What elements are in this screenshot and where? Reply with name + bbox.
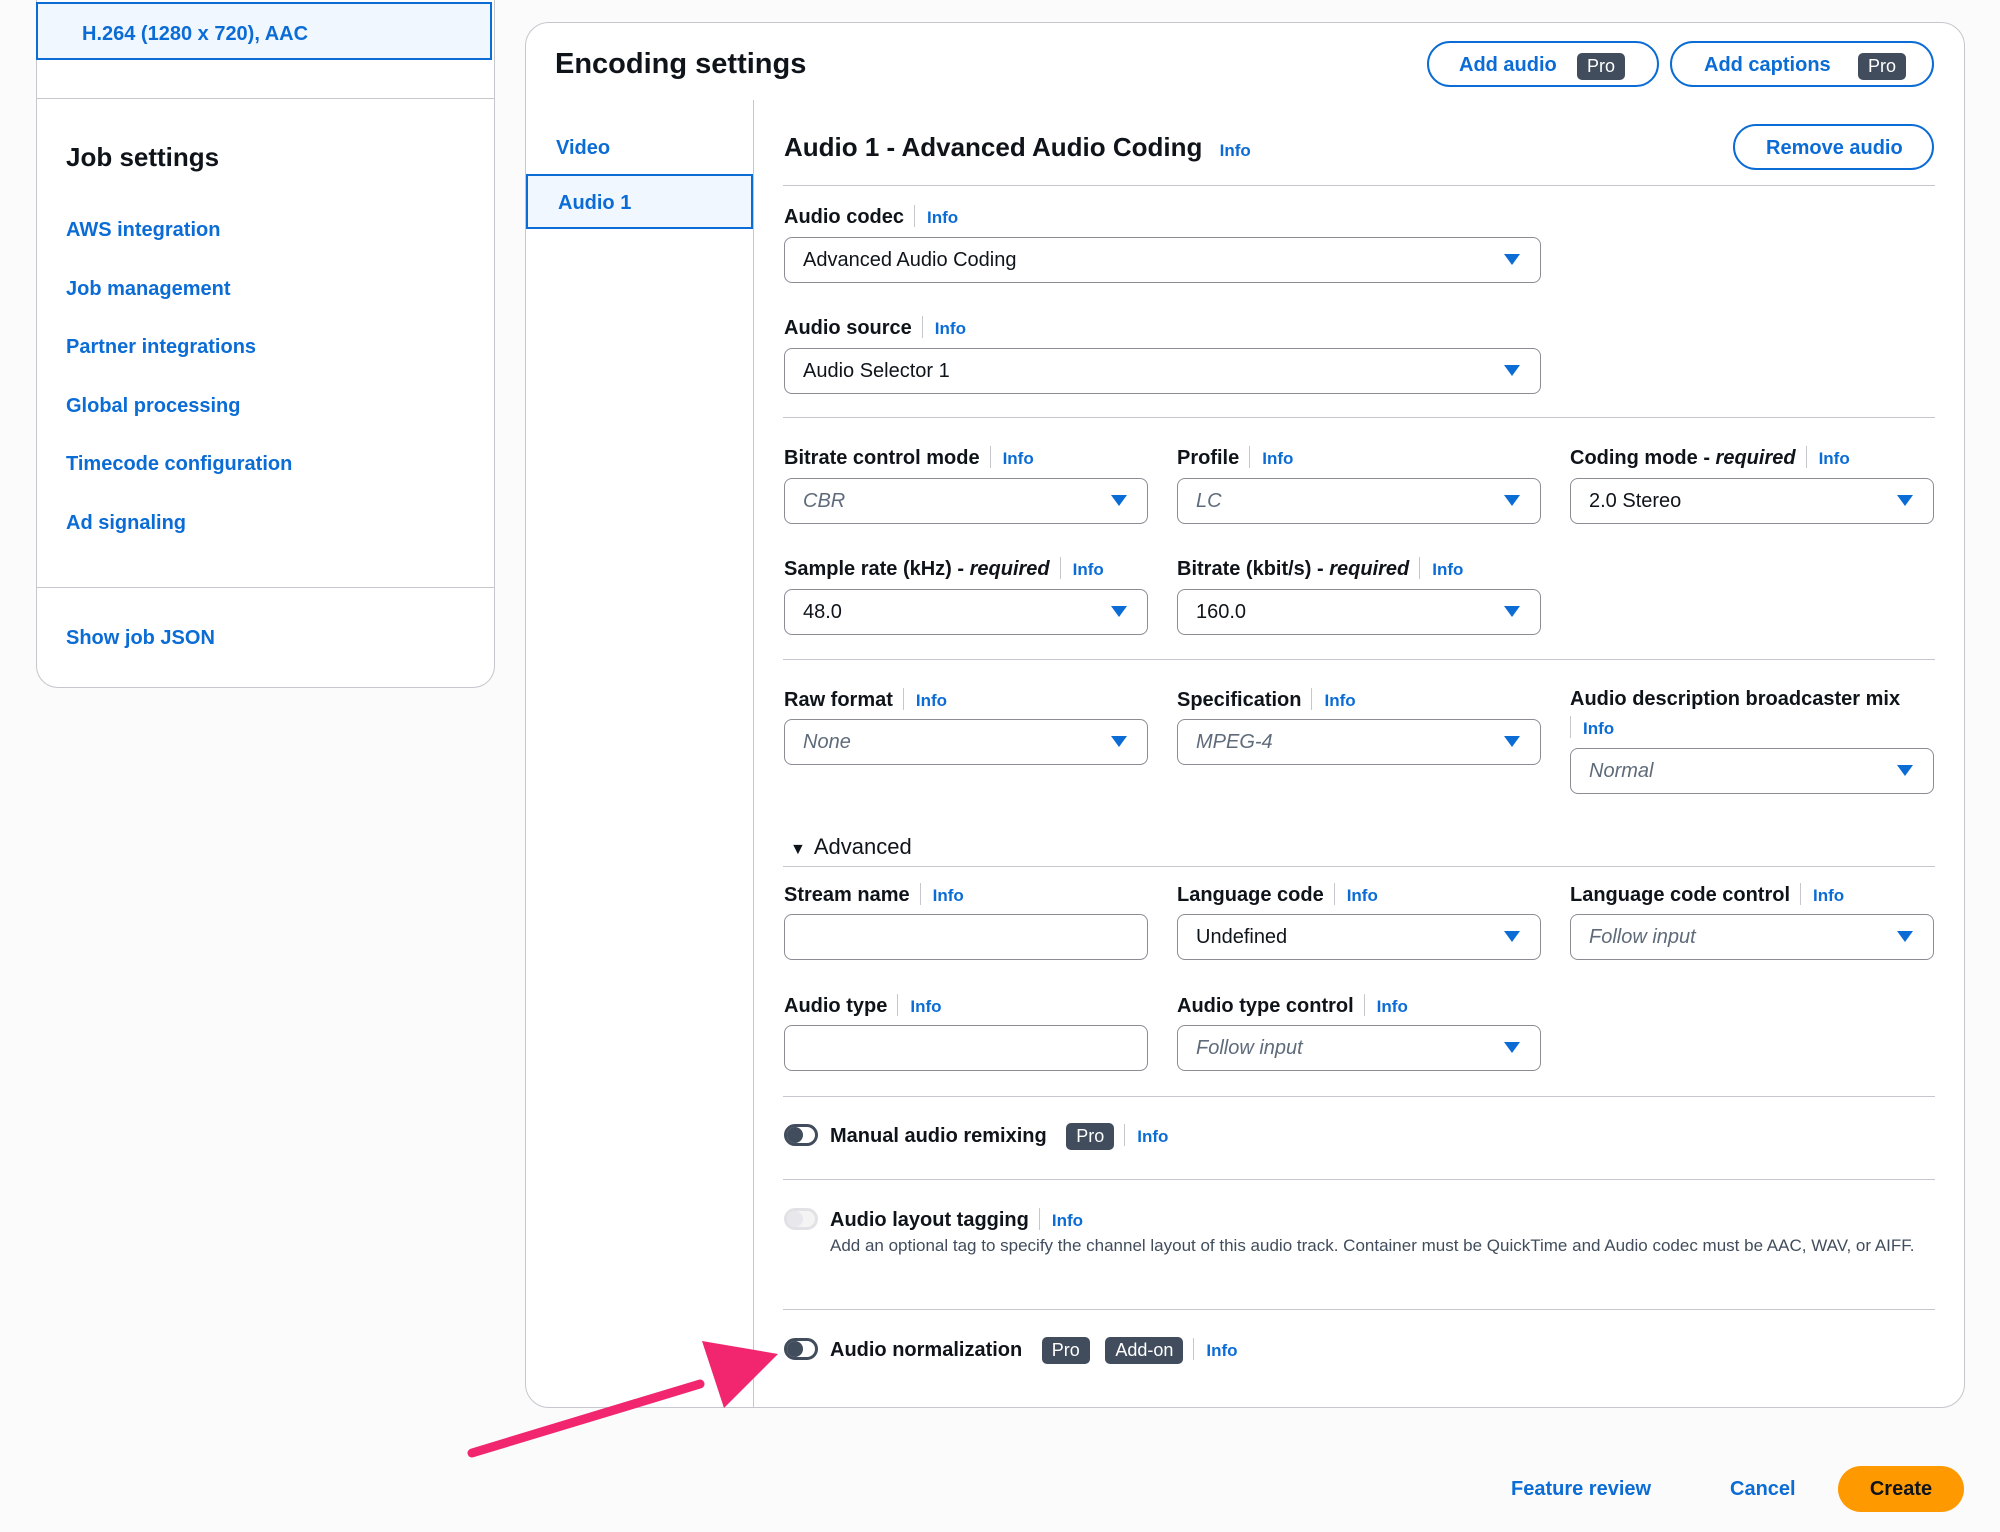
cancel-button[interactable]: Cancel — [1730, 1478, 1796, 1501]
feature-review-link[interactable]: Feature review — [1511, 1478, 1651, 1501]
annotation-arrow-icon — [467, 1341, 778, 1458]
create-button[interactable]: Create — [1838, 1466, 1964, 1512]
